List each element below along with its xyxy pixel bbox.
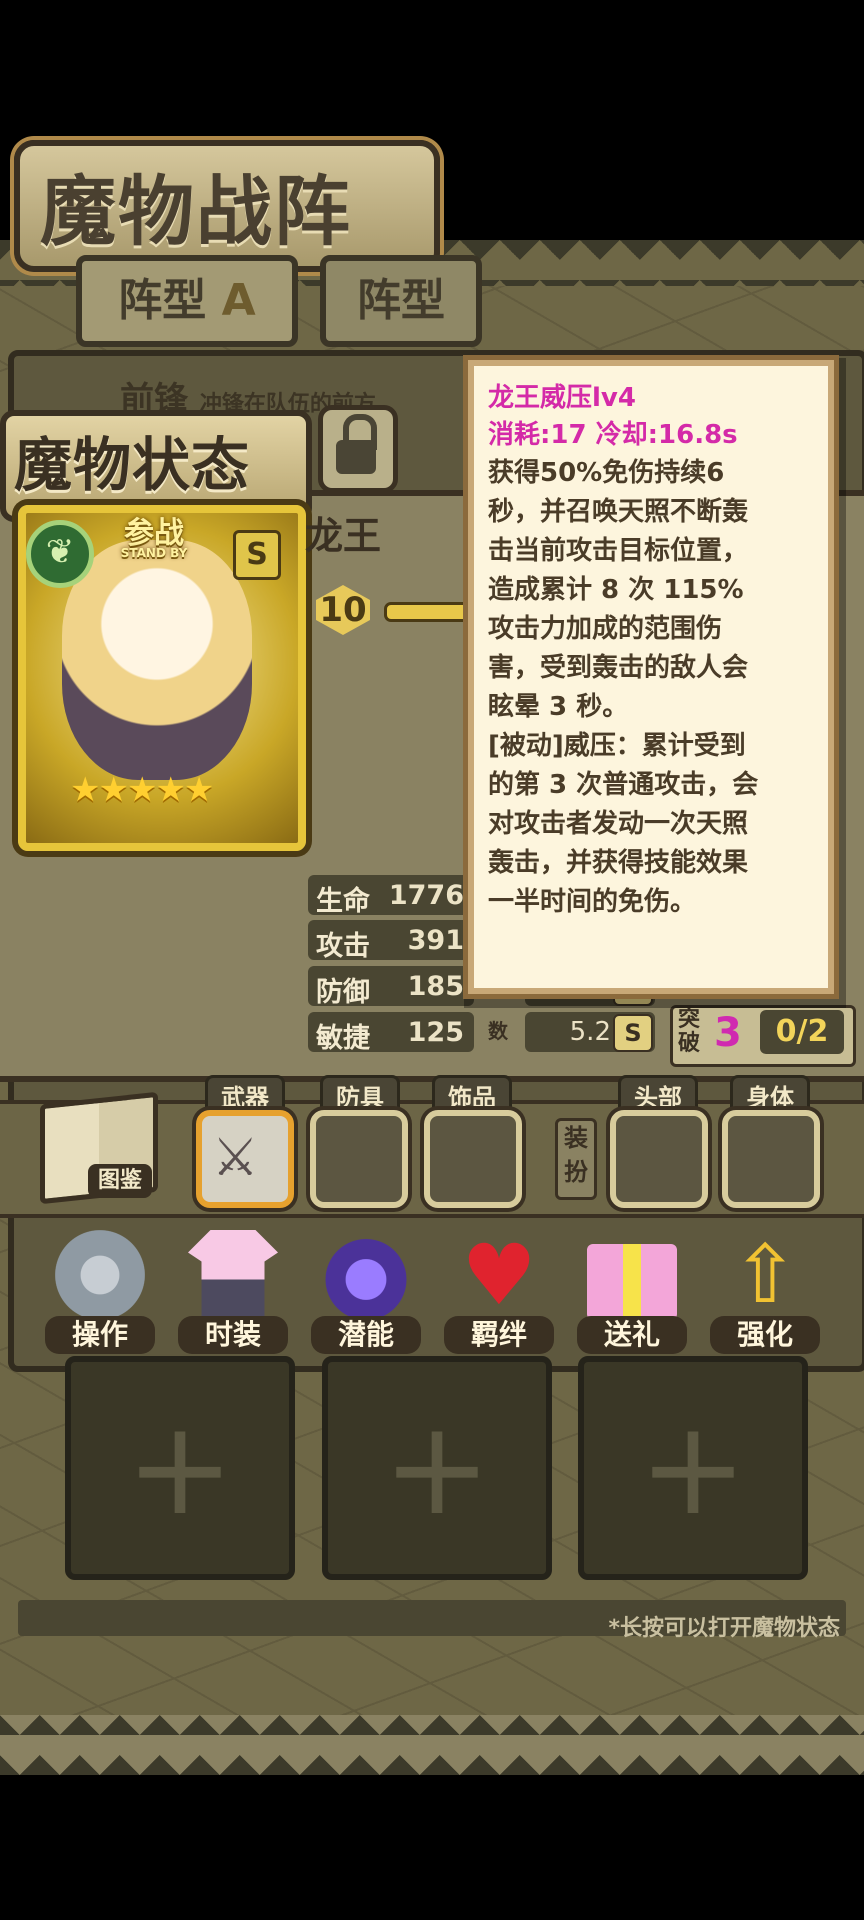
empty-formation-slot[interactable]: + — [578, 1356, 808, 1580]
stat-hp: 生命 1776 — [308, 875, 474, 917]
gift-icon — [587, 1244, 677, 1320]
right-stat-label: 数 — [488, 1019, 508, 1043]
body-slot[interactable] — [722, 1110, 820, 1208]
action-potential-button[interactable]: 潜能 — [311, 1230, 421, 1360]
slot-label-head: 头部 — [618, 1075, 698, 1115]
breakthrough-value: 3 — [714, 1010, 742, 1056]
leaf-element-icon: ❦ — [26, 520, 94, 588]
breakthrough-label: 突破 — [678, 1007, 701, 1056]
stat-label: 敏捷 — [316, 1023, 370, 1054]
monster-book-label: 图鉴 — [88, 1164, 152, 1198]
stat-attack: 攻击 391 — [308, 920, 474, 962]
action-label: 潜能 — [311, 1316, 421, 1354]
s-grade-badge: S — [613, 1014, 653, 1052]
accessory-slot[interactable] — [424, 1110, 522, 1208]
right-stat-value: 5.2 — [569, 1017, 611, 1047]
demon-icon — [321, 1230, 411, 1320]
stat-defense: 防御 185 — [308, 966, 474, 1008]
hint-text: *长按可以打开魔物状态 — [608, 1616, 840, 1641]
standby-sub: STAND BY — [120, 546, 188, 560]
monster-portrait — [62, 540, 252, 780]
monster-name: 龙王 — [305, 514, 382, 558]
dress-up-button[interactable]: 装扮 — [555, 1118, 597, 1200]
stat-value: 125 — [407, 1017, 464, 1048]
stat-label: 攻击 — [316, 931, 370, 962]
star-rating: ★★★★★ — [70, 770, 214, 810]
action-operate-button[interactable]: 操作 — [45, 1230, 155, 1360]
action-gift-button[interactable]: 送礼 — [577, 1230, 687, 1360]
slot-label-accessory: 饰品 — [432, 1075, 512, 1115]
page-title: 魔物战阵 — [40, 167, 352, 256]
slot-label-weapon: 武器 — [205, 1075, 285, 1115]
status-title: 魔物状态 — [14, 431, 251, 499]
standby-label: 参战 STAND BY — [90, 508, 218, 560]
tab-suffix: A — [221, 275, 256, 326]
skill-tooltip: 龙王威压lv4 消耗:17 冷却:16.8s 获得50%免伤持续6 秒，并召唤天… — [468, 360, 834, 994]
skill-description: 获得50%免伤持续6 秒，并召唤天照不断轰 击当前攻击目标位置， 造成累计 8 … — [488, 458, 759, 917]
empty-formation-slot[interactable]: + — [65, 1356, 295, 1580]
plus-icon: + — [382, 1392, 492, 1544]
plus-icon: + — [125, 1392, 235, 1544]
armor-slot[interactable] — [310, 1110, 408, 1208]
slot-label-body: 身体 — [730, 1075, 810, 1115]
stat-value: 185 — [407, 971, 464, 1002]
breakthrough-count: 0/2 — [760, 1010, 844, 1054]
action-enhance-button[interactable]: ⇧ 强化 — [710, 1230, 820, 1360]
outfit-icon — [188, 1230, 278, 1320]
stat-value: 1776 — [388, 880, 464, 911]
gear-icon — [55, 1230, 145, 1320]
skill-title: 龙王威压lv4 — [488, 383, 636, 413]
tab-label: 阵型 — [357, 275, 445, 326]
lock-icon-body — [336, 440, 376, 474]
stat-label: 防御 — [316, 977, 370, 1008]
action-label: 强化 — [710, 1316, 820, 1354]
action-label: 羁绊 — [444, 1316, 554, 1354]
level-progress-bar — [384, 602, 480, 622]
empty-formation-slot[interactable]: + — [322, 1356, 552, 1580]
action-label: 送礼 — [577, 1316, 687, 1354]
action-label: 操作 — [45, 1316, 155, 1354]
head-slot[interactable] — [610, 1110, 708, 1208]
action-bond-button[interactable]: ♥ 羁绊 — [444, 1230, 554, 1360]
slot-label-armor: 防具 — [320, 1075, 400, 1115]
tab-formation-a[interactable]: 阵型 A — [76, 255, 298, 347]
stat-value: 391 — [407, 925, 464, 956]
tab-label: 阵型 — [118, 275, 207, 326]
bottom-border — [0, 1715, 864, 1775]
skill-cost: 消耗:17 冷却:16.8s — [488, 420, 738, 450]
plus-icon: + — [638, 1392, 748, 1544]
tab-formation-b[interactable]: 阵型 — [320, 255, 482, 347]
heart-icon: ♥ — [461, 1226, 537, 1324]
rank-badge: S — [233, 530, 281, 580]
action-label: 时装 — [178, 1316, 288, 1354]
stat-agility: 敏捷 125 — [308, 1012, 474, 1054]
right-stat: 5.2 S — [525, 1012, 655, 1052]
stat-label: 生命 — [316, 886, 370, 917]
sword-icon: ⚔ — [212, 1128, 259, 1188]
up-arrow-icon: ⇧ — [731, 1228, 799, 1321]
action-costume-button[interactable]: 时装 — [178, 1230, 288, 1360]
